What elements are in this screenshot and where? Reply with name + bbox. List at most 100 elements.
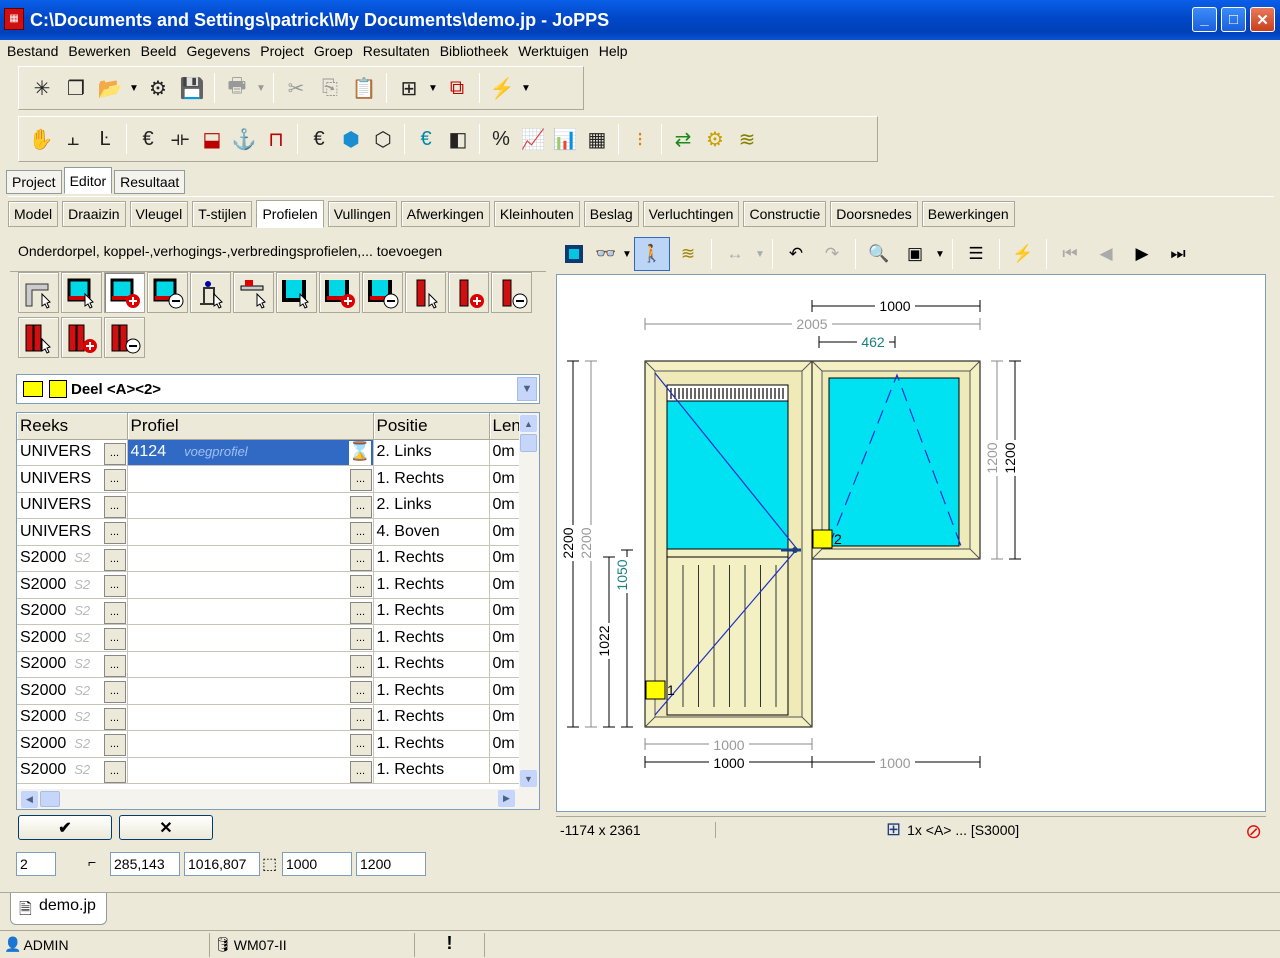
bar-chart-icon[interactable]: 📊: [549, 122, 581, 156]
cell-profiel[interactable]: ...: [127, 730, 374, 758]
cell-positie[interactable]: 2. Links: [373, 439, 490, 466]
cell-lengte[interactable]: 0m: [489, 465, 520, 493]
t-measure-icon[interactable]: ⟛: [164, 122, 196, 156]
pos-x-field[interactable]: 285,143: [110, 852, 180, 876]
cell-profiel[interactable]: ...: [127, 651, 374, 678]
percent-icon[interactable]: %: [485, 122, 517, 156]
profiel-ellipsis-button[interactable]: ...: [349, 548, 372, 571]
cell-reeks[interactable]: S2000 S2...: [17, 677, 128, 705]
fit-dropdown-icon[interactable]: ▼: [933, 249, 947, 260]
reeks-ellipsis-button[interactable]: ...: [103, 760, 126, 783]
hscroll-thumb[interactable]: [40, 791, 60, 807]
cell-reeks[interactable]: S2000 S2...: [17, 598, 128, 625]
layers-icon[interactable]: ≋: [670, 237, 706, 271]
subtab-verluchtingen[interactable]: Verluchtingen: [642, 200, 740, 227]
new-icon[interactable]: ✳: [25, 71, 59, 105]
col-header-positie[interactable]: Positie: [373, 413, 490, 440]
subtab-beslag[interactable]: Beslag: [583, 200, 639, 227]
cell-reeks[interactable]: UNIVERS...: [17, 439, 128, 466]
grid-vscrollbar[interactable]: ▲ ▼: [519, 413, 539, 789]
drawing-canvas[interactable]: 1000 2005 462 1 2 1200 1200 2200 2200 10…: [556, 274, 1266, 812]
profiel-ellipsis-button[interactable]: ...: [349, 495, 372, 518]
subtab-vleugel[interactable]: Vleugel: [129, 200, 189, 227]
document-tab[interactable]: 🗎 demo.jp: [10, 893, 107, 925]
cell-lengte[interactable]: 0m: [489, 571, 520, 599]
table-row[interactable]: S2000 S2...... 1. Rechts 0m: [17, 624, 520, 652]
reeks-ellipsis-button[interactable]: ...: [103, 469, 126, 491]
cell-reeks[interactable]: S2000 S2...: [17, 757, 128, 784]
reeks-ellipsis-button[interactable]: ...: [103, 575, 126, 597]
reeks-ellipsis-button[interactable]: ...: [103, 548, 126, 571]
cell-lengte[interactable]: 0m: [489, 439, 520, 466]
tab-project[interactable]: Project: [6, 170, 62, 194]
copy-doc-icon[interactable]: ❐: [59, 71, 93, 105]
post-add-icon[interactable]: [448, 272, 489, 313]
price-glass-icon[interactable]: €: [410, 122, 442, 156]
profiel-ellipsis-button[interactable]: ...: [349, 575, 372, 597]
cell-reeks[interactable]: S2000 S2...: [17, 651, 128, 678]
part-number-field[interactable]: 2: [16, 852, 56, 876]
col-header-lengte[interactable]: Len: [489, 413, 521, 440]
window-select-icon[interactable]: [61, 272, 102, 313]
sash-icon[interactable]: ⊓: [260, 122, 292, 156]
table-row[interactable]: S2000 S2...... 1. Rechts 0m: [17, 730, 520, 758]
ok-button[interactable]: ✔: [18, 815, 112, 840]
reeks-ellipsis-button[interactable]: ...: [103, 628, 126, 650]
part-tag-2[interactable]: 2: [834, 531, 842, 547]
cell-positie[interactable]: 1. Rechts: [373, 598, 490, 625]
cylinder-icon[interactable]: ⬡: [367, 122, 399, 156]
glasses-icon[interactable]: 👓: [592, 237, 620, 271]
cell-lengte[interactable]: 0m: [489, 704, 520, 731]
coil-icon[interactable]: ≋: [731, 122, 763, 156]
cell-positie[interactable]: 1. Rechts: [373, 704, 490, 731]
node-icon[interactable]: ⬓: [196, 122, 228, 156]
last-icon[interactable]: ⏭: [1160, 237, 1196, 271]
menu-project[interactable]: Project: [255, 43, 309, 59]
print-icon[interactable]: 🖶: [220, 71, 254, 105]
lightning-icon[interactable]: ⚡: [485, 71, 519, 105]
cell-lengte[interactable]: 0m: [489, 518, 520, 546]
table-row[interactable]: S2000 S2...... 1. Rechts 0m: [17, 651, 520, 678]
print-dropdown-icon[interactable]: ▼: [254, 83, 268, 94]
cell-profiel[interactable]: ...: [127, 518, 374, 546]
part-selector[interactable]: Deel <A><2> ▼: [16, 374, 540, 404]
menu-werktuigen[interactable]: Werktuigen: [513, 43, 594, 59]
table-row[interactable]: UNIVERS... 4124 voegprofiel ⌛ 2. Links 0m: [17, 439, 520, 466]
gear-icon[interactable]: ⚙: [699, 122, 731, 156]
anchor-select-icon[interactable]: [190, 272, 231, 313]
post-select-icon[interactable]: [405, 272, 446, 313]
redo-icon[interactable]: ↷: [814, 237, 850, 271]
cell-positie[interactable]: 1. Rechts: [373, 624, 490, 652]
properties-icon[interactable]: ⚙: [141, 71, 175, 105]
tool-l-icon[interactable]: Ŀ: [89, 122, 121, 156]
glass-icon[interactable]: ◧: [442, 122, 474, 156]
cell-profiel[interactable]: ...: [127, 624, 374, 652]
cell-profiel[interactable]: ...: [127, 677, 374, 705]
reeks-ellipsis-button[interactable]: ...: [103, 522, 126, 544]
reeks-ellipsis-button[interactable]: ...: [103, 442, 126, 465]
hourglass-icon[interactable]: ⌛: [348, 440, 371, 465]
cell-reeks[interactable]: UNIVERS...: [17, 492, 128, 519]
scroll-down-icon[interactable]: ▼: [520, 770, 537, 787]
cell-reeks[interactable]: S2000 S2...: [17, 624, 128, 652]
undo-icon[interactable]: ↶: [778, 237, 814, 271]
col-header-reeks[interactable]: Reeks: [17, 413, 128, 440]
prev-icon[interactable]: ◀: [1088, 237, 1124, 271]
reeks-ellipsis-button[interactable]: ...: [103, 654, 126, 677]
table-row[interactable]: S2000 S2...... 1. Rechts 0m: [17, 677, 520, 705]
cell-lengte[interactable]: 0m: [489, 677, 520, 705]
first-icon[interactable]: ⏮: [1052, 237, 1088, 271]
traffic-icon[interactable]: ⁝: [624, 122, 656, 156]
cell-profiel[interactable]: ...: [127, 545, 374, 572]
cell-reeks[interactable]: S2000 S2...: [17, 730, 128, 758]
paste-icon[interactable]: 📋: [347, 71, 381, 105]
cell-profiel[interactable]: ...: [127, 571, 374, 599]
subtab-model[interactable]: Model: [8, 200, 59, 227]
profiel-ellipsis-button[interactable]: ...: [349, 469, 372, 491]
subtab-doorsnedes[interactable]: Doorsnedes: [830, 200, 918, 227]
pos-y-field[interactable]: 1016,807: [184, 852, 260, 876]
part-tag-1[interactable]: 1: [667, 682, 675, 698]
table-row[interactable]: UNIVERS...... 2. Links 0m: [17, 492, 520, 519]
cell-profiel[interactable]: ...: [127, 704, 374, 731]
measure-dropdown-icon[interactable]: ▼: [753, 249, 767, 260]
